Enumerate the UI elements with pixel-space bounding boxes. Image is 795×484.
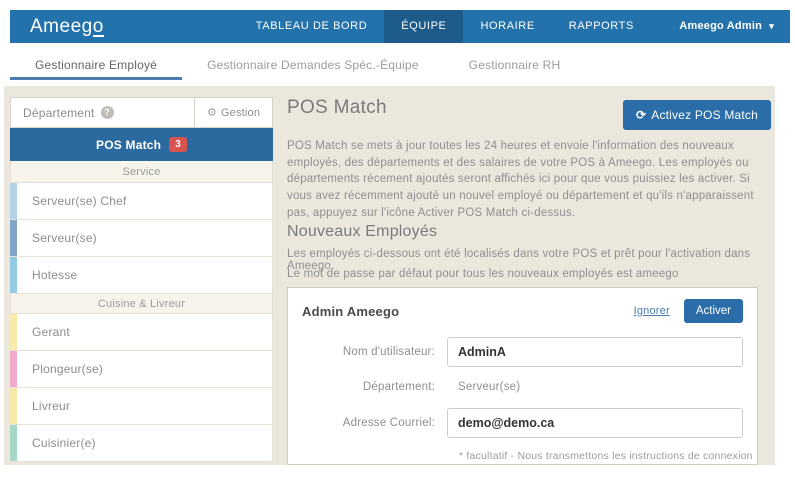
user-menu[interactable]: Ameego Admin ▾ <box>679 10 790 43</box>
department-header: Département ? <box>11 98 194 127</box>
sidebar-item-gerant[interactable]: Gerant <box>10 314 273 351</box>
nav-item-horaire[interactable]: HORAIRE <box>463 10 551 43</box>
employee-card-header: Admin Ameego Ignorer Activer <box>302 299 743 323</box>
main-nav: TABLEAU DE BORD ÉQUIPE HORAIRE RAPPORTS <box>239 10 651 43</box>
department-row: Département: Serveur(se) <box>302 381 743 393</box>
ignorer-link[interactable]: Ignorer <box>634 305 670 317</box>
app-window: Ameego TABLEAU DE BORD ÉQUIPE HORAIRE RA… <box>0 0 795 484</box>
sidebar-item-label: Serveur(se) Chef <box>32 194 127 208</box>
employee-card: Admin Ameego Ignorer Activer Nom d'utili… <box>287 287 758 465</box>
top-navbar: Ameego TABLEAU DE BORD ÉQUIPE HORAIRE RA… <box>10 10 790 43</box>
nav-item-tableau-de-bord[interactable]: TABLEAU DE BORD <box>239 10 385 43</box>
color-stripe <box>10 388 17 424</box>
section-header-cuisine-livreur: Cuisine & Livreur <box>10 294 273 314</box>
color-stripe <box>10 257 17 293</box>
color-stripe <box>10 183 17 219</box>
email-input[interactable] <box>447 408 743 438</box>
sidebar-item-plongeurse[interactable]: Plongeur(se) <box>10 351 273 388</box>
pos-match-panel: POS Match ⟳ Activez POS Match POS Match s… <box>287 97 771 465</box>
department-value: Serveur(se) <box>458 381 521 393</box>
username-row: Nom d'utilisateur: <box>302 337 743 367</box>
tab-bar: Gestionnaire Employé Gestionnaire Demand… <box>10 52 585 80</box>
tab-gestionnaire-rh[interactable]: Gestionnaire RH <box>444 52 586 80</box>
new-employees-title: Nouveaux Employés <box>287 223 438 240</box>
pos-match-label: POS Match <box>96 137 162 152</box>
new-employees-line2: Le mot de passe par défaut pour tous les… <box>287 268 679 280</box>
color-stripe <box>10 351 17 387</box>
email-label: Adresse Courriel: <box>342 417 435 429</box>
user-menu-label: Ameego Admin <box>679 20 763 32</box>
employee-card-actions: Ignorer Activer <box>634 299 743 323</box>
section-header-service: Service <box>10 161 273 183</box>
nav-item-equipe[interactable]: ÉQUIPE <box>384 10 464 43</box>
sidebar-item-serveurse-chef[interactable]: Serveur(se) Chef <box>10 183 273 220</box>
caret-down-icon: ▾ <box>769 21 774 31</box>
sidebar-item-hotesse[interactable]: Hotesse <box>10 257 273 294</box>
department-label: Département: <box>362 381 435 393</box>
color-stripe <box>10 425 17 461</box>
tab-gestionnaire-demandes[interactable]: Gestionnaire Demandes Spéc.-Équipe <box>182 52 444 80</box>
help-icon[interactable]: ? <box>100 106 114 119</box>
nav-item-rapports[interactable]: RAPPORTS <box>552 10 651 43</box>
pos-match-count-badge: 3 <box>169 137 187 152</box>
color-stripe <box>10 314 17 350</box>
sidebar-item-pos-match[interactable]: POS Match 3 <box>10 128 273 161</box>
tab-gestionnaire-employe[interactable]: Gestionnaire Employé <box>10 52 183 80</box>
username-input[interactable] <box>447 337 743 367</box>
email-footnote: * facultatif - Nous transmettons les ins… <box>459 450 753 462</box>
sidebar-item-label: Cuisinier(e) <box>32 436 96 450</box>
activez-pos-match-button[interactable]: ⟳ Activez POS Match <box>622 100 771 130</box>
username-label: Nom d'utilisateur: <box>342 346 435 358</box>
sidebar-item-livreur[interactable]: Livreur <box>10 388 273 425</box>
sidebar-item-label: Plongeur(se) <box>32 362 104 376</box>
department-title: Département <box>23 105 95 120</box>
gear-icon: ⚙ <box>206 107 217 119</box>
activer-button[interactable]: Activer <box>683 299 743 323</box>
gestion-button[interactable]: ⚙ Gestion <box>194 98 272 127</box>
activez-button-label: Activez POS Match <box>651 108 758 122</box>
pos-match-description: POS Match se mets à jour toutes les 24 h… <box>287 140 754 219</box>
refresh-icon: ⟳ <box>635 108 647 122</box>
sidebar-item-label: Hotesse <box>32 268 78 282</box>
sidebar-header: Département ? ⚙ Gestion <box>10 97 273 128</box>
employee-name: Admin Ameego <box>302 303 400 319</box>
department-sidebar: Département ? ⚙ Gestion POS Match 3 Serv… <box>10 97 273 462</box>
sidebar-item-label: Gerant <box>32 325 70 339</box>
ameego-logo[interactable]: Ameego <box>10 10 124 43</box>
employee-form: Nom d'utilisateur: Département: Serveur(… <box>302 337 753 464</box>
sidebar-item-label: Livreur <box>32 399 71 413</box>
gestion-label: Gestion <box>220 106 261 119</box>
sidebar-item-cuisiniere[interactable]: Cuisinier(e) <box>10 425 273 462</box>
sidebar-item-label: Serveur(se) <box>32 231 97 245</box>
sidebar-item-serveurse[interactable]: Serveur(se) <box>10 220 273 257</box>
color-stripe <box>10 220 17 256</box>
email-row: Adresse Courriel: <box>302 408 743 438</box>
